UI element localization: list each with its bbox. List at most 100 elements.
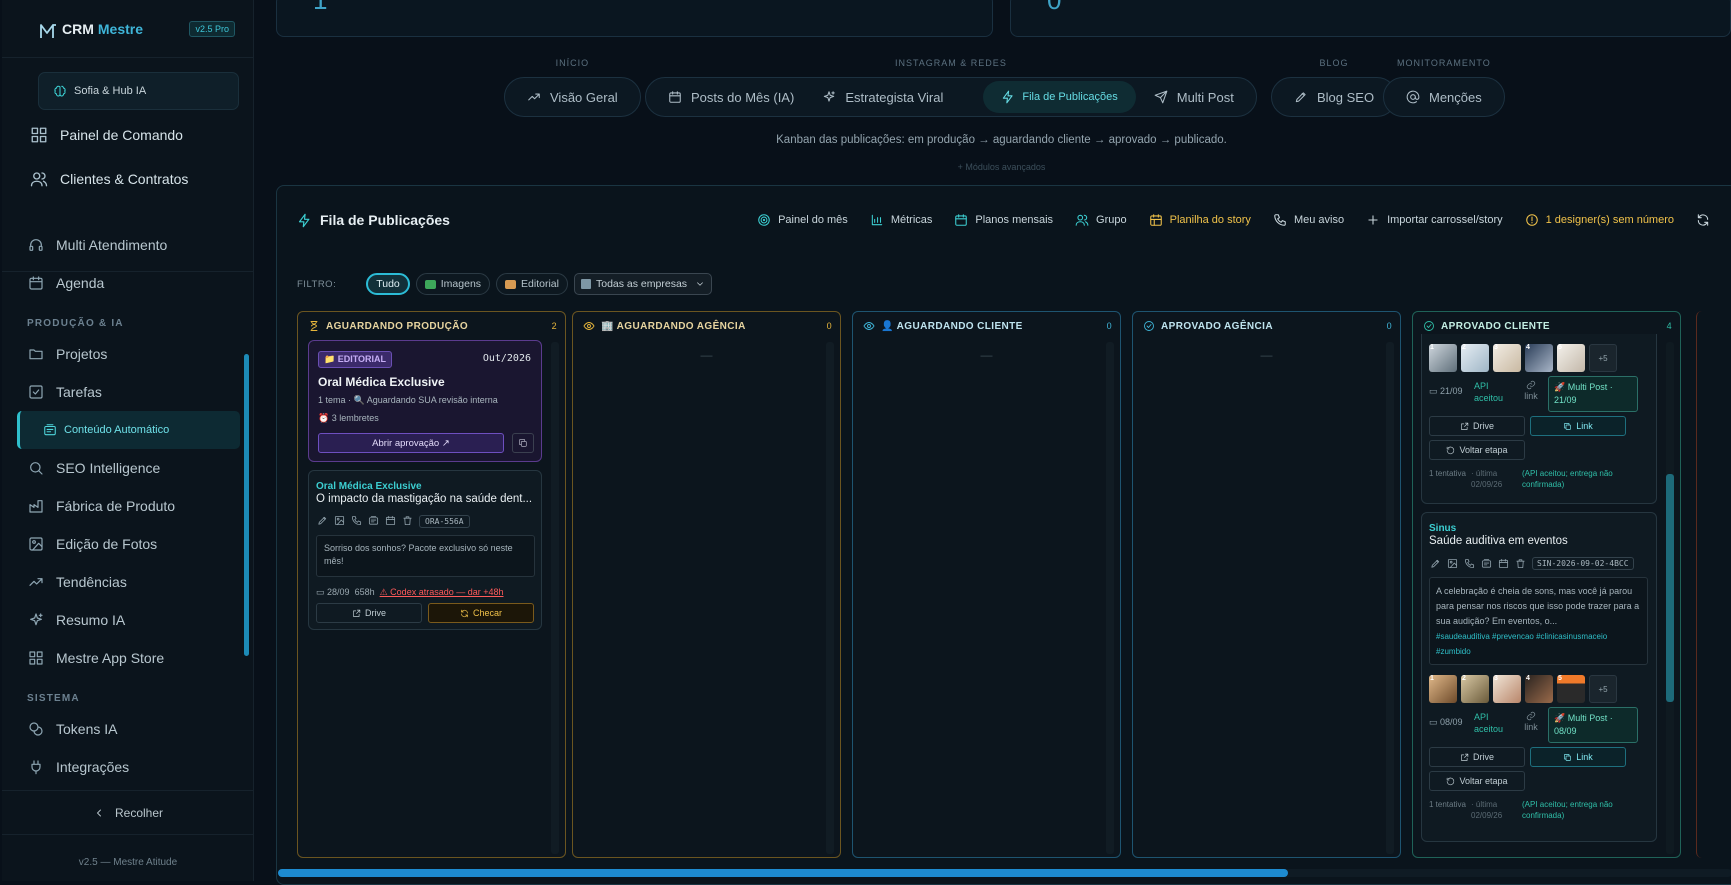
designer-warning-button[interactable]: 1 designer(s) sem número (1525, 213, 1674, 227)
sidebar-item-tarefas[interactable]: Tarefas (2, 373, 240, 411)
image-icon[interactable] (334, 515, 345, 526)
sidebar-item-sofia[interactable]: Sofia & Hub IA (38, 72, 239, 110)
column-scrollbar[interactable] (1666, 342, 1674, 854)
column-scrollbar[interactable] (826, 342, 834, 854)
sidebar-item-tendencias[interactable]: Tendências (2, 563, 240, 601)
sidebar-item-painel[interactable]: Painel de Comando (16, 116, 239, 154)
thumbnail[interactable]: 1 (1429, 675, 1457, 703)
kanban-card[interactable]: 1 2 3 4 5 +5 ▭ 21/09 API aceitou link 🚀 … (1421, 334, 1657, 504)
column-count: 2 (551, 321, 557, 331)
tab-posts-do-mes[interactable]: Posts do Mês (IA) (650, 81, 812, 113)
calendar-icon[interactable] (385, 515, 396, 526)
more-thumbnails[interactable]: +5 (1589, 675, 1617, 703)
drive-button[interactable]: Drive (316, 603, 422, 623)
tab-fila-publicacoes[interactable]: Fila de Publicações (983, 81, 1136, 113)
sidebar-item-edicao-fotos[interactable]: Edição de Fotos (2, 525, 240, 563)
planilha-story-button[interactable]: Planilha do story (1149, 213, 1251, 227)
link-button[interactable]: Link (1530, 747, 1626, 767)
back-stage-button[interactable]: Voltar etapa (1429, 440, 1525, 460)
eye-icon (863, 320, 875, 332)
more-thumbnails[interactable]: +5 (1589, 344, 1617, 372)
sidebar-item-fabrica[interactable]: Fábrica de Produto (2, 487, 240, 525)
advanced-modules-link[interactable]: + Módulos avançados (254, 162, 1731, 172)
thumbnail[interactable]: 5 (1557, 344, 1585, 372)
calendar-icon[interactable] (1498, 558, 1509, 569)
check-button[interactable]: Checar (428, 603, 534, 623)
trash-icon[interactable] (1515, 558, 1526, 569)
thumbnail-number: 1 (1430, 675, 1434, 682)
tab-estrategista-viral[interactable]: Estrategista Viral (812, 81, 961, 113)
copy-button[interactable] (512, 433, 534, 453)
planos-mensais-button[interactable]: Planos mensais (954, 213, 1053, 227)
sidebar-item-app-store[interactable]: Mestre App Store (2, 639, 240, 677)
column-scrollbar[interactable] (1106, 342, 1114, 854)
collapse-button[interactable]: Recolher (2, 790, 254, 834)
sidebar-item-projetos[interactable]: Projetos (2, 335, 240, 373)
board-horizontal-scrollbar[interactable] (278, 869, 1731, 877)
kanban-card[interactable]: Oral Médica Exclusive O impacto da masti… (308, 470, 542, 630)
sidebar-item-multi-atendimento[interactable]: Multi Atendimento (2, 226, 240, 264)
sidebar-item-seo[interactable]: SEO Intelligence (2, 449, 240, 487)
phone-icon[interactable] (351, 515, 362, 526)
content-icon[interactable] (368, 515, 379, 526)
thumbnail[interactable]: 3 (1493, 675, 1521, 703)
link-status[interactable]: link (1520, 711, 1542, 733)
thumbnail[interactable]: 1 (1429, 344, 1457, 372)
sidebar-item-resumo-ia[interactable]: Resumo IA (2, 601, 240, 639)
sidebar-item-tokens[interactable]: Tokens IA (2, 710, 240, 748)
sidebar-item-agenda[interactable]: Agenda (2, 264, 240, 302)
empty-column: — (1260, 348, 1273, 362)
tab-blog-seo[interactable]: Blog SEO (1276, 81, 1392, 113)
sidebar-item-integracoes[interactable]: Integrações (2, 748, 240, 786)
filter-chip-imagens[interactable]: Imagens (415, 273, 491, 295)
open-approval-button[interactable]: Abrir aprovação ↗ (318, 433, 504, 453)
link-status[interactable]: link (1520, 380, 1542, 402)
version-badge: v2.5 Pro (189, 20, 235, 37)
sidebar-item-clientes[interactable]: Clientes & Contratos (16, 160, 239, 198)
kanban-card[interactable]: 📁 EDITORIAL Out/2026 Oral Médica Exclusi… (308, 340, 542, 462)
column-count: 4 (1666, 321, 1672, 331)
drive-button[interactable]: Drive (1429, 747, 1525, 767)
card-caption: A celebração é cheia de sons, mas você j… (1429, 577, 1648, 665)
company-select[interactable]: Todas as empresas (573, 273, 713, 295)
drive-button[interactable]: Drive (1429, 416, 1525, 436)
image-icon[interactable] (1447, 558, 1458, 569)
tab-visao-geral[interactable]: Visão Geral (509, 81, 636, 113)
kanban-card[interactable]: Sinus Saúde auditiva em eventos SIN-2026… (1421, 512, 1657, 842)
column-scrollbar[interactable] (1386, 342, 1394, 854)
tab-mencoes[interactable]: Menções (1388, 81, 1500, 113)
grupo-button[interactable]: Grupo (1075, 213, 1127, 227)
importar-button[interactable]: Importar carrossel/story (1366, 213, 1503, 227)
api-status: API aceitou (1474, 712, 1504, 734)
column-scrollbar[interactable] (551, 342, 559, 854)
delivery-note: (API aceitou; entrega não confirmada) (1522, 800, 1613, 820)
content-icon[interactable] (1481, 558, 1492, 569)
trash-icon[interactable] (402, 515, 413, 526)
thumbnail[interactable]: 4 (1525, 675, 1553, 703)
caption-hashtags: #saudeauditiva #prevencao #clinicasinusm… (1436, 632, 1608, 656)
sidebar-item-label: Mestre App Store (56, 650, 165, 666)
thumbnail[interactable]: 3 (1493, 344, 1521, 372)
filter-chip-editorial[interactable]: Editorial (496, 273, 568, 295)
thumbnail[interactable]: 4 (1525, 344, 1553, 372)
edit-icon[interactable] (1430, 558, 1441, 569)
refresh-button[interactable] (1696, 213, 1717, 227)
thumbnail[interactable]: 2 (1461, 675, 1489, 703)
meu-aviso-button[interactable]: Meu aviso (1273, 213, 1344, 227)
metricas-button[interactable]: Métricas (870, 213, 932, 227)
link-button[interactable]: Link (1530, 416, 1626, 436)
phone-icon[interactable] (1464, 558, 1475, 569)
sidebar-scrollbar[interactable] (244, 354, 249, 656)
codex-warning-link[interactable]: ⚠ Codex atrasado — dar +48h (380, 587, 504, 597)
thumbnail[interactable]: 5 (1557, 675, 1585, 703)
card-toolbar: ORA-556A (317, 515, 470, 528)
filter-chip-tudo[interactable]: Tudo (366, 273, 410, 295)
painel-do-mes-button[interactable]: Painel do mês (757, 213, 848, 227)
link-label: link (1524, 391, 1538, 401)
tab-multi-post[interactable]: Multi Post (1136, 81, 1252, 113)
thumbnail[interactable]: 2 (1461, 344, 1489, 372)
sidebar-item-conteudo-automatico[interactable]: Conteúdo Automático (17, 411, 240, 449)
back-stage-button[interactable]: Voltar etapa (1429, 771, 1525, 791)
copy-icon (518, 438, 528, 448)
edit-icon[interactable] (317, 515, 328, 526)
